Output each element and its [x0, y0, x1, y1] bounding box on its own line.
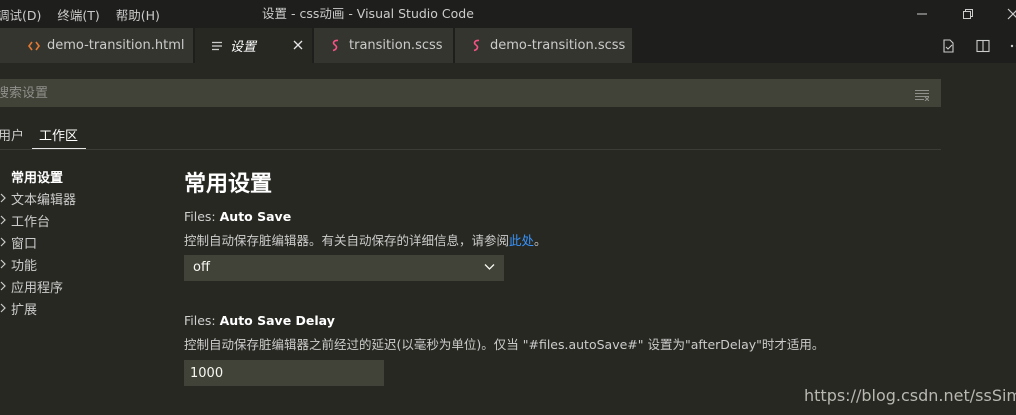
watermark: https://blog.csdn.net/ssSimle [804, 386, 1016, 405]
tab-settings[interactable]: 设置 [195, 28, 313, 63]
setting-description-auto-save-delay: 控制自动保存脏编辑器之前经过的延迟(以毫秒为单位)。仅当 "#files.aut… [184, 337, 825, 352]
toc-item-extensions[interactable]: 扩展 [0, 297, 150, 319]
chevron-right-icon [0, 281, 6, 291]
search-input[interactable] [0, 79, 900, 107]
auto-save-docs-link[interactable]: 此处 [509, 233, 534, 248]
chevron-right-icon [0, 259, 6, 269]
select-value: off [193, 260, 210, 275]
tab-label: demo-transition.scss [490, 38, 626, 53]
minimize-icon [917, 13, 927, 15]
chevron-down-icon [484, 264, 495, 270]
window-title: 设置 - css动画 - Visual Studio Code [262, 6, 474, 21]
tab-demo-transition-html[interactable]: demo-transition.html [0, 28, 194, 63]
toc-label: 工作台 [11, 214, 51, 230]
toc-item-commonly-used[interactable]: 常用设置 [0, 165, 150, 187]
tab-label: demo-transition.html [47, 38, 185, 53]
tab-user[interactable]: 用户 [0, 125, 24, 144]
scss-file-icon [330, 39, 342, 52]
split-editor-icon [976, 39, 990, 52]
section-title: 常用设置 [184, 172, 273, 197]
toc-label: 常用设置 [11, 170, 64, 186]
settings-toc: 常用设置 文本编辑器 工作台 窗口 功能 应用程序 扩展 [0, 165, 150, 319]
chevron-right-icon [0, 303, 6, 313]
toc-item-application[interactable]: 应用程序 [0, 275, 150, 297]
tab-label: transition.scss [349, 38, 443, 53]
tab-transition-scss[interactable]: transition.scss [314, 28, 454, 63]
setting-title-auto-save: Files: Auto Save [184, 209, 291, 224]
setting-category: Files: [184, 313, 220, 328]
chevron-right-icon [0, 215, 6, 225]
restore-icon [963, 9, 973, 19]
restore-button[interactable] [945, 0, 991, 28]
description-text: 控制自动保存脏编辑器。有关自动保存的详细信息，请参阅 [184, 233, 510, 248]
toc-label: 功能 [11, 258, 38, 274]
toc-item-features[interactable]: 功能 [0, 253, 150, 275]
toc-item-window[interactable]: 窗口 [0, 231, 150, 253]
close-tab-icon[interactable] [290, 37, 306, 53]
scss-file-icon [471, 39, 483, 52]
editor-actions [932, 28, 1016, 63]
setting-description-auto-save: 控制自动保存脏编辑器。有关自动保存的详细信息，请参阅此处。 [184, 230, 547, 249]
scope-divider [0, 149, 941, 150]
minimize-button[interactable] [899, 0, 945, 28]
auto-save-delay-field [184, 360, 384, 386]
close-window-button[interactable] [990, 0, 1016, 28]
chevron-right-icon [0, 193, 6, 203]
split-editor-button[interactable] [966, 28, 1000, 63]
toc-label: 窗口 [11, 236, 38, 252]
chevron-right-icon [0, 237, 6, 247]
description-suffix: 。 [534, 233, 547, 248]
tab-demo-transition-scss[interactable]: demo-transition.scss [455, 28, 633, 63]
close-icon [1007, 8, 1016, 20]
auto-save-delay-input[interactable] [184, 360, 384, 386]
setting-title-auto-save-delay: Files: Auto Save Delay [184, 313, 335, 328]
more-actions-button[interactable] [1000, 28, 1016, 63]
title-bar: 调试(D) 终端(T) 帮助(H) 设置 - css动画 - Visual St… [0, 0, 1016, 28]
toc-label: 文本编辑器 [11, 192, 77, 208]
open-settings-json-icon [943, 38, 954, 53]
toc-label: 应用程序 [11, 280, 64, 296]
menu-terminal[interactable]: 终端(T) [57, 5, 99, 24]
html-file-icon [28, 40, 40, 52]
toc-item-text-editor[interactable]: 文本编辑器 [0, 187, 150, 209]
menu-bar: 调试(D) 终端(T) 帮助(H) [0, 0, 176, 28]
setting-key: Auto Save Delay [219, 313, 335, 328]
toc-item-workbench[interactable]: 工作台 [0, 209, 150, 231]
tab-label: 设置 [230, 40, 257, 55]
more-actions-icon [1010, 44, 1016, 47]
menu-debug[interactable]: 调试(D) [0, 5, 41, 24]
clear-filter-icon[interactable] [915, 86, 930, 105]
setting-category: Files: [184, 209, 220, 224]
open-settings-json-button[interactable] [932, 28, 966, 63]
editor-tab-bar: demo-transition.html 设置 transition.scss … [0, 28, 1016, 63]
menu-help[interactable]: 帮助(H) [116, 5, 160, 24]
settings-search-box [0, 79, 941, 107]
tab-workspace[interactable]: 工作区 [39, 125, 78, 144]
setting-key: Auto Save [219, 209, 292, 224]
settings-file-icon [211, 40, 223, 52]
toc-label: 扩展 [11, 302, 38, 318]
auto-save-select[interactable]: off [184, 255, 504, 281]
